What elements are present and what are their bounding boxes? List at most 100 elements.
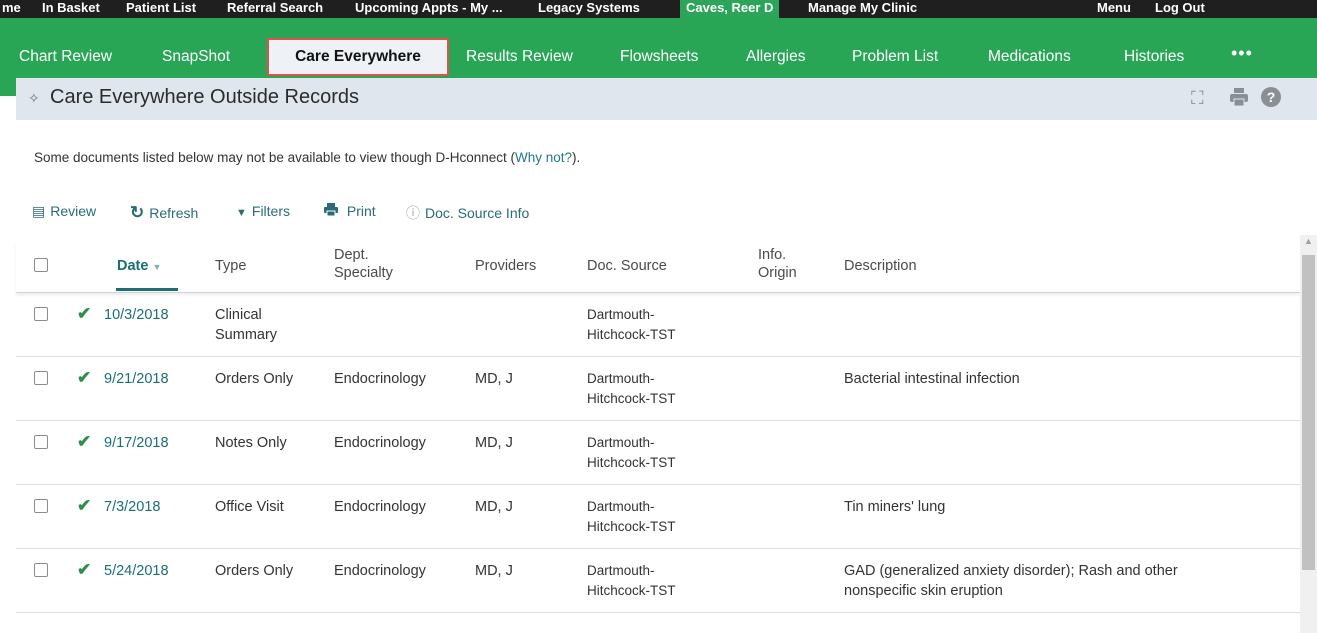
filters-button[interactable]: ▼ Filters: [236, 203, 290, 219]
row-providers: MD, J: [475, 499, 513, 515]
topnav-referral-search[interactable]: Referral Search: [227, 0, 323, 18]
tab-chart-review[interactable]: Chart Review: [18, 46, 112, 68]
favorite-star-icon[interactable]: ✧: [28, 90, 40, 107]
table-row[interactable]: ✔ 9/21/2018 Orders Only Endocrinology MD, J D…: [16, 356, 1300, 421]
row-checkbox[interactable]: [34, 563, 48, 577]
sort-desc-icon: ▼: [152, 262, 162, 272]
scrollbar-thumb[interactable]: [1302, 255, 1315, 570]
row-date-link[interactable]: 7/3/2018: [104, 497, 160, 517]
row-type: Office Visit: [215, 497, 284, 517]
select-all-checkbox[interactable]: [34, 258, 48, 272]
topnav-in-basket[interactable]: In Basket: [42, 0, 100, 18]
availability-notice: Some documents listed below may not be a…: [34, 150, 580, 165]
row-dept-specialty: Endocrinology: [334, 371, 426, 387]
row-date-link[interactable]: 9/21/2018: [104, 369, 169, 389]
row-type: Orders Only: [215, 369, 293, 389]
print-button[interactable]: Print: [324, 203, 376, 219]
review-icon: ▤: [32, 203, 46, 219]
row-desc-line1: GAD (generalized anxiety disorder); Rash…: [844, 563, 1178, 579]
row-source-line2: Hitchcock-TST: [587, 391, 676, 406]
row-checkbox[interactable]: [34, 307, 48, 321]
tab-care-everywhere[interactable]: Care Everywhere: [267, 38, 449, 76]
row-source-line2: Hitchcock-TST: [587, 455, 676, 470]
row-checkbox[interactable]: [34, 435, 48, 449]
row-type: Notes Only: [215, 433, 287, 453]
row-desc-line1: Bacterial intestinal infection: [844, 371, 1020, 387]
table-row[interactable]: ✔ 10/3/2018 Clinical Summary Dartmouth- Hitch…: [16, 292, 1300, 357]
tab-snapshot[interactable]: SnapShot: [161, 46, 230, 68]
print-icon[interactable]: [1228, 86, 1250, 114]
doc-source-info-button[interactable]: ⓘ Doc. Source Info: [406, 203, 529, 223]
tab-allergies[interactable]: Allergies: [746, 46, 805, 68]
row-type-line1: Office Visit: [215, 499, 284, 515]
table-row[interactable]: ✔ 5/24/2018 Orders Only Endocrinology MD, J D…: [16, 548, 1300, 613]
info-header-line1: Info.: [758, 247, 787, 263]
row-checkbox[interactable]: [34, 499, 48, 513]
review-button[interactable]: ▤ Review: [32, 203, 96, 220]
help-glyph: ?: [1267, 89, 1276, 105]
check-icon: ✔: [77, 560, 92, 579]
scroll-up-icon[interactable]: ▲: [1304, 236, 1313, 246]
tab-label: Chart Review: [19, 48, 113, 65]
row-dept-specialty: Endocrinology: [334, 435, 426, 451]
row-source-line1: Dartmouth-: [587, 435, 655, 450]
row-type: Clinical Summary: [215, 305, 277, 345]
tab-medications[interactable]: Medications: [988, 46, 1071, 68]
dept-header-line1: Dept.: [334, 247, 369, 263]
why-not-link[interactable]: Why not?: [515, 150, 572, 165]
refresh-button[interactable]: ↻ Refresh: [130, 203, 198, 223]
topnav-menu[interactable]: Menu: [1097, 0, 1131, 18]
expand-icon[interactable]: ⛶: [1191, 88, 1204, 109]
row-checkbox[interactable]: [34, 371, 48, 385]
column-header-type[interactable]: Type: [215, 257, 246, 275]
topnav-manage-my-clinic[interactable]: Manage My Clinic: [808, 0, 917, 18]
row-dept-specialty: Endocrinology: [334, 499, 426, 515]
more-tabs-icon[interactable]: •••: [1231, 42, 1253, 64]
table-row[interactable]: ✔ 9/17/2018 Notes Only Endocrinology MD, J Da…: [16, 420, 1300, 485]
row-date-link[interactable]: 10/3/2018: [104, 305, 169, 325]
page-title: Care Everywhere Outside Records: [50, 86, 360, 108]
row-type-line2: Summary: [215, 327, 278, 343]
topnav-home[interactable]: me: [2, 0, 21, 18]
filter-icon: ▼: [236, 207, 247, 219]
doc-source-info-label: Doc. Source Info: [425, 205, 530, 221]
column-header-providers[interactable]: Providers: [475, 257, 536, 275]
date-header-label: Date: [117, 258, 149, 274]
row-date-link[interactable]: 5/24/2018: [104, 561, 169, 581]
print-icon-svg: [1230, 88, 1248, 107]
table-header: Date ▼ Type Dept. Specialty Providers Doc…: [16, 244, 1300, 293]
topnav-patient-list[interactable]: Patient List: [126, 0, 196, 18]
help-icon[interactable]: ?: [1260, 86, 1282, 114]
row-type-line1: Clinical: [215, 307, 262, 323]
topnav-upcoming-appts[interactable]: Upcoming Appts - My ...: [355, 0, 503, 18]
column-header-description[interactable]: Description: [844, 257, 917, 275]
check-icon: ✔: [77, 368, 92, 387]
print-small-svg: [324, 203, 338, 217]
tab-results-review[interactable]: Results Review: [466, 46, 573, 68]
row-description: Tin miners' lung: [844, 497, 945, 517]
row-desc-line1: Tin miners' lung: [844, 499, 946, 515]
row-source-line2: Hitchcock-TST: [587, 583, 676, 598]
row-type-line1: Orders Only: [215, 371, 294, 387]
info-header-line2: Origin: [758, 265, 797, 281]
column-header-date[interactable]: Date ▼: [117, 257, 161, 276]
table-row[interactable]: ✔ 7/3/2018 Office Visit Endocrinology MD, J D…: [16, 484, 1300, 549]
topnav-legacy-systems[interactable]: Legacy Systems: [538, 0, 640, 18]
row-doc-source: Dartmouth- Hitchcock-TST: [587, 369, 676, 409]
tab-histories[interactable]: Histories: [1124, 46, 1184, 68]
topnav-patient-tab[interactable]: Caves, Reer D: [680, 0, 780, 18]
topnav-log-out[interactable]: Log Out: [1155, 0, 1205, 18]
tab-label: SnapShot: [162, 48, 231, 65]
row-date-link[interactable]: 9/17/2018: [104, 433, 169, 453]
column-header-dept-specialty[interactable]: Dept. Specialty: [334, 246, 393, 282]
row-type-line1: Orders Only: [215, 563, 294, 579]
row-source-line2: Hitchcock-TST: [587, 327, 676, 342]
check-icon: ✔: [77, 496, 92, 515]
tab-flowsheets[interactable]: Flowsheets: [620, 46, 698, 68]
column-header-info-origin[interactable]: Info. Origin: [758, 246, 797, 282]
tab-problem-list[interactable]: Problem List: [852, 46, 938, 68]
refresh-icon: ↻: [130, 203, 145, 222]
column-header-doc-source[interactable]: Doc. Source: [587, 257, 667, 275]
row-providers: MD, J: [475, 435, 513, 451]
row-doc-source: Dartmouth- Hitchcock-TST: [587, 561, 676, 601]
